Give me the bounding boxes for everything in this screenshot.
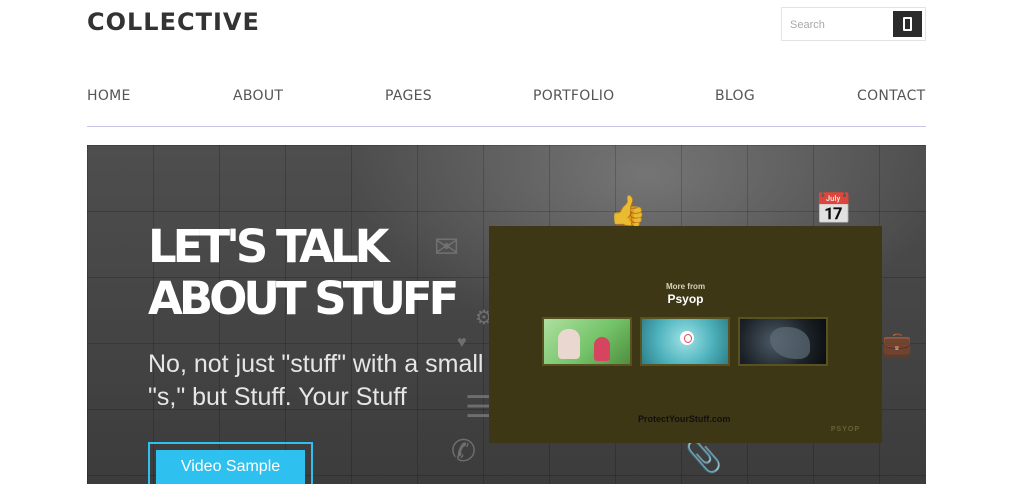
paperclip-icon: 📎 [685, 441, 723, 474]
nav-item-about[interactable]: ABOUT [233, 88, 283, 104]
nav-item-portfolio[interactable]: PORTFOLIO [533, 88, 614, 104]
hero-title-line2: ABOUT STUFF [148, 272, 459, 325]
thumbnail-figure [558, 329, 580, 359]
nav-item-pages[interactable]: PAGES [385, 88, 432, 104]
hero-banner: 👍 📅 ✉ ⚙ ♥ ☰ ✆ 📎 💼 LET'S TALK ABOUT STUFF… [87, 145, 926, 484]
video-sample-button[interactable]: Video Sample [156, 450, 305, 484]
embed-more-from: More from [665, 282, 706, 291]
embed-url-text: ProtectYourStuff.com [638, 414, 731, 424]
video-thumbnail[interactable] [738, 317, 828, 366]
phone-icon: ✆ [451, 435, 477, 468]
nav-divider [87, 126, 926, 127]
search-input[interactable] [790, 16, 890, 34]
briefcase-icon: 💼 [882, 331, 912, 358]
hero-title-line1: LET'S TALK [148, 220, 390, 273]
embed-watermark: PSYOP [830, 426, 860, 433]
main-nav: HOME ABOUT PAGES PORTFOLIO BLOG CONTACT [87, 88, 926, 106]
video-thumbnail[interactable] [542, 317, 632, 366]
search-button[interactable] [893, 11, 922, 37]
thumbnail-figure [770, 327, 810, 359]
thumbnail-figure [594, 337, 610, 361]
nav-item-home[interactable]: HOME [87, 88, 131, 104]
search-icon [903, 17, 912, 31]
nav-item-blog[interactable]: BLOG [715, 88, 755, 104]
video-embed[interactable]: More from Psyop ProtectYourStuff.com PSY… [489, 226, 882, 443]
video-sample-frame: Video Sample [148, 442, 313, 484]
video-thumbnail[interactable] [640, 317, 730, 366]
nav-item-contact[interactable]: CONTACT [857, 88, 926, 104]
site-logo[interactable]: COLLECTIVE [87, 8, 260, 36]
calendar-icon: 📅 [815, 193, 853, 226]
airbnb-logo-icon [680, 331, 694, 345]
hero-title: LET'S TALK ABOUT STUFF [148, 221, 478, 325]
embed-brand[interactable]: Psyop [489, 292, 882, 306]
search-box [781, 7, 926, 41]
thumbs-up-icon: 👍 [609, 195, 647, 228]
hero-subtitle: No, not just "stuff" with a small "s," b… [148, 350, 484, 411]
